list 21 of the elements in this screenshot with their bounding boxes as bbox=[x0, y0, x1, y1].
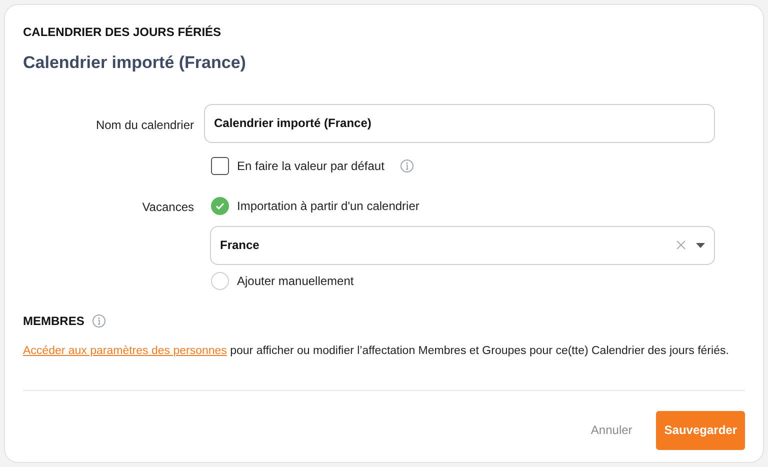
checkbox[interactable] bbox=[211, 156, 229, 174]
radio-button[interactable] bbox=[211, 272, 229, 290]
radio-label: Ajouter manuellement bbox=[237, 272, 354, 290]
save-button[interactable]: Sauvegarder bbox=[656, 410, 745, 450]
members-description: Accéder aux paramètres des personnes pour afficher ou modifier l’affectation Membres et Groupes pour ce(tte) Calendrier des jours fériés. bbox=[23, 344, 730, 358]
cancel-button[interactable]: Annuler bbox=[580, 410, 642, 450]
dialog-title: Calendrier importé (France) bbox=[23, 52, 247, 74]
radio-selected[interactable] bbox=[211, 196, 229, 214]
info-icon bbox=[92, 314, 106, 328]
people-settings-link[interactable]: Accéder aux paramètres des personnes bbox=[23, 344, 227, 356]
field-label: Vacances bbox=[141, 198, 194, 216]
clear-icon[interactable] bbox=[676, 240, 686, 250]
radio-label: Importation à partir d'un calendrier bbox=[237, 198, 420, 214]
section-heading: MEMBRES bbox=[23, 312, 84, 330]
checkbox-label: En faire la valeur par défaut bbox=[237, 158, 384, 174]
field-label: Nom du calendrier bbox=[94, 116, 194, 134]
caret-icon[interactable] bbox=[696, 242, 705, 248]
info-icon bbox=[400, 158, 414, 172]
calendar-name-field[interactable]: Calendrier importé (France) bbox=[204, 104, 715, 142]
country-select[interactable]: France bbox=[210, 226, 715, 264]
section-heading: CALENDRIER DES JOURS FÉRIÉS bbox=[23, 24, 222, 41]
